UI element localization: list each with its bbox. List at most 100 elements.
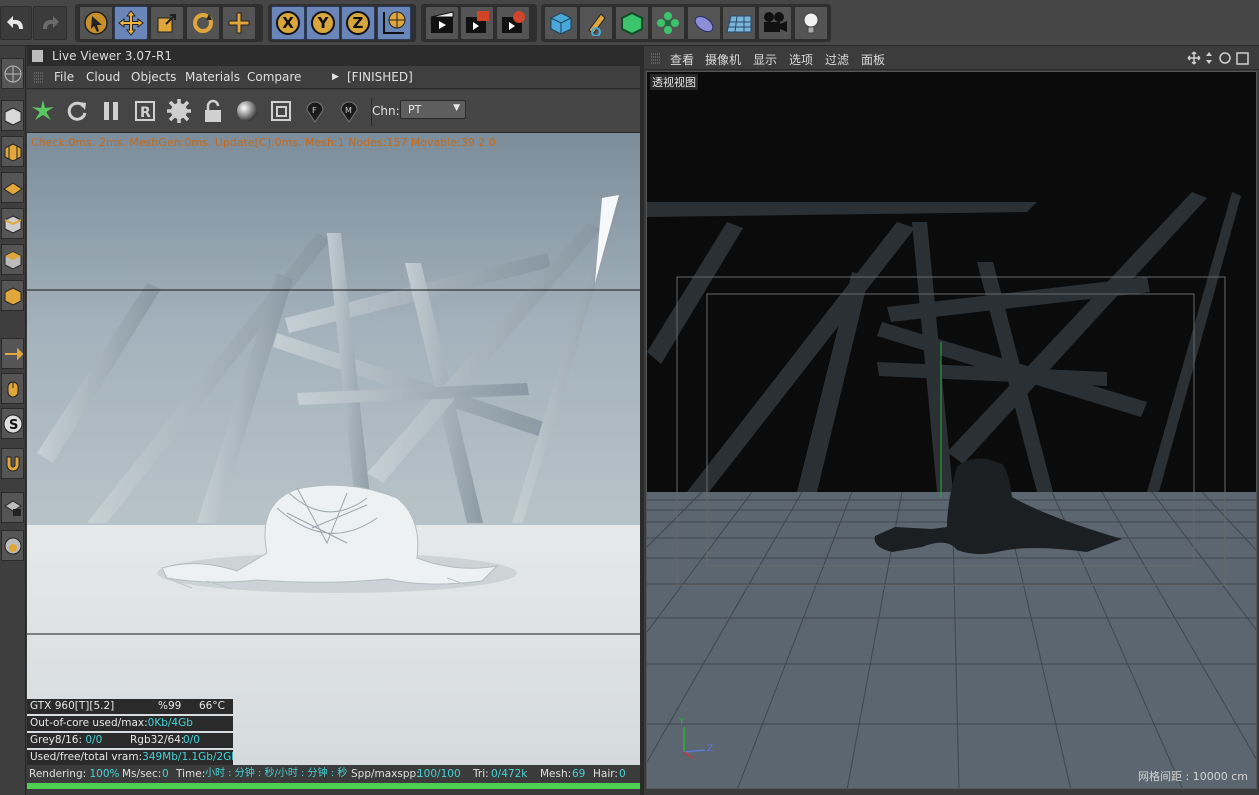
mssec-value: 0 — [162, 768, 169, 780]
camera-object-button[interactable] — [758, 6, 792, 40]
tool-arrow-icon — [4, 347, 23, 360]
start-render-button[interactable] — [29, 97, 57, 125]
menu-grip-icon — [34, 72, 44, 83]
mesh-value: 69 — [572, 768, 586, 780]
maximize-icon[interactable] — [1236, 52, 1249, 65]
vp-menu-view[interactable]: 查看 — [670, 51, 694, 68]
out-of-core-value: 0Kb/4Gb — [147, 717, 193, 729]
settings-button[interactable] — [165, 97, 193, 125]
material-pin-icon: M — [340, 101, 358, 123]
viewport-nav-controls — [1187, 51, 1249, 65]
menu-objects[interactable]: Objects — [131, 70, 176, 84]
material-ball-button[interactable] — [233, 97, 261, 125]
pan-icon[interactable] — [1187, 51, 1201, 65]
deformer-button[interactable] — [687, 6, 721, 40]
gpu-name: GTX 960[T][5.2] — [30, 700, 115, 712]
vp-menu-filter[interactable]: 过滤 — [825, 51, 849, 68]
menu-compare[interactable]: Compare — [247, 70, 301, 84]
perspective-viewport[interactable]: 透视视图 Y Z 网格间距 : 10000 cm — [646, 71, 1257, 789]
z-axis-icon: Z — [346, 11, 370, 35]
orbit-icon[interactable] — [1219, 52, 1231, 64]
scale-tool-button[interactable] — [150, 6, 184, 40]
menu-file[interactable]: File — [54, 70, 74, 84]
cloner-button[interactable] — [651, 6, 685, 40]
focus-pin-icon: F — [306, 101, 324, 123]
time-value: 小时 : 分钟 : 秒/小时 : 分钟 : 秒 — [205, 768, 348, 779]
live-viewer-titlebar[interactable]: Live Viewer 3.07-R1 — [27, 46, 640, 66]
tool-grid-button[interactable] — [1, 172, 24, 203]
viewport-name-label: 透视视图 — [650, 74, 698, 90]
render-view[interactable]: Check:0ms. 2ms. MeshGen:0ms. Update[C]:0… — [27, 133, 640, 783]
cube-object-button[interactable] — [544, 6, 578, 40]
mesh-label: Mesh: — [540, 768, 572, 780]
menu-materials[interactable]: Materials — [185, 70, 240, 84]
render-view-button[interactable] — [425, 6, 459, 40]
render-status-bar: Rendering: 100% Ms/sec: 0 Time: 小时 : 分钟 … — [27, 765, 640, 783]
floor-object-button[interactable] — [722, 6, 756, 40]
tool-lock2-button[interactable] — [1, 530, 24, 561]
light-object-button[interactable] — [794, 6, 828, 40]
select-tool-button[interactable] — [79, 6, 113, 40]
vp-menu-display[interactable]: 显示 — [753, 51, 777, 68]
channel-select-value: PT — [408, 103, 422, 116]
subdivision-button[interactable] — [615, 6, 649, 40]
restart-icon — [67, 101, 87, 121]
tool-mouse-button[interactable] — [1, 373, 24, 404]
move-tool-button[interactable] — [114, 6, 148, 40]
lock-button[interactable] — [199, 97, 227, 125]
pause-render-button[interactable] — [97, 97, 125, 125]
tool-sphere-button[interactable] — [1, 58, 24, 89]
tool-grid-icon — [2, 181, 23, 196]
region-frame-button[interactable] — [267, 97, 295, 125]
restart-render-button[interactable] — [63, 97, 91, 125]
gpu-usage: %99 — [158, 700, 182, 712]
grey-label: Grey8/16: — [30, 734, 83, 746]
add-tool-button[interactable] — [222, 6, 256, 40]
vp-menu-options[interactable]: 选项 — [789, 51, 813, 68]
svg-text:R: R — [140, 105, 151, 121]
redo-icon — [43, 16, 59, 29]
tool-s-button[interactable]: S — [1, 408, 24, 439]
undo-button[interactable] — [0, 6, 32, 40]
vp-menu-panel[interactable]: 面板 — [861, 51, 885, 68]
tool-box2-button[interactable] — [1, 280, 24, 311]
menu-cloud[interactable]: Cloud — [86, 70, 120, 84]
deformer-icon — [694, 15, 714, 33]
tool-cube-button[interactable] — [1, 100, 24, 131]
scale-icon — [157, 14, 176, 33]
channel-select[interactable]: PT ▼ — [400, 100, 466, 119]
menu-expand-arrow-icon[interactable]: ▶ — [332, 72, 339, 82]
gpu-info-box: GTX 960[T][5.2] %99 66°C — [27, 699, 233, 714]
move-icon — [118, 10, 144, 36]
tool-arrow-button[interactable] — [1, 338, 24, 369]
render-region-button[interactable]: R — [131, 97, 159, 125]
light-icon — [803, 12, 819, 34]
z-axis-lock-button[interactable]: Z — [341, 6, 375, 40]
y-axis-lock-button[interactable]: Y — [306, 6, 340, 40]
undo-icon — [7, 16, 23, 29]
tool-checker-button[interactable] — [1, 136, 24, 167]
tri-value: 0/472k — [491, 768, 528, 780]
pen-tool-button[interactable] — [579, 6, 613, 40]
tool-lock-grid-button[interactable] — [1, 492, 24, 523]
tool-magnet-button[interactable] — [1, 448, 24, 479]
zoom-icon[interactable] — [1206, 52, 1212, 64]
focus-pick-button[interactable]: F — [301, 97, 329, 125]
plus-icon — [228, 12, 250, 34]
octane-start-icon — [32, 100, 54, 120]
material-pick-button[interactable]: M — [335, 97, 363, 125]
world-coord-button[interactable] — [377, 6, 411, 40]
cube-icon — [550, 12, 572, 35]
world-coord-icon — [383, 11, 406, 34]
tool-edge-button[interactable] — [1, 208, 24, 239]
tool-box-button[interactable] — [1, 244, 24, 275]
viewport-menubar: 查看 摄像机 显示 选项 过滤 面板 — [644, 46, 1259, 70]
x-axis-lock-button[interactable]: X — [271, 6, 305, 40]
render-queue-button[interactable] — [460, 6, 494, 40]
spp-value: 100/100 — [417, 768, 461, 780]
render-settings-button[interactable] — [496, 6, 530, 40]
rotate-tool-button[interactable] — [186, 6, 220, 40]
vp-menu-camera[interactable]: 摄像机 — [705, 51, 741, 68]
tool-s-icon: S — [3, 414, 22, 433]
redo-button[interactable] — [33, 6, 67, 40]
